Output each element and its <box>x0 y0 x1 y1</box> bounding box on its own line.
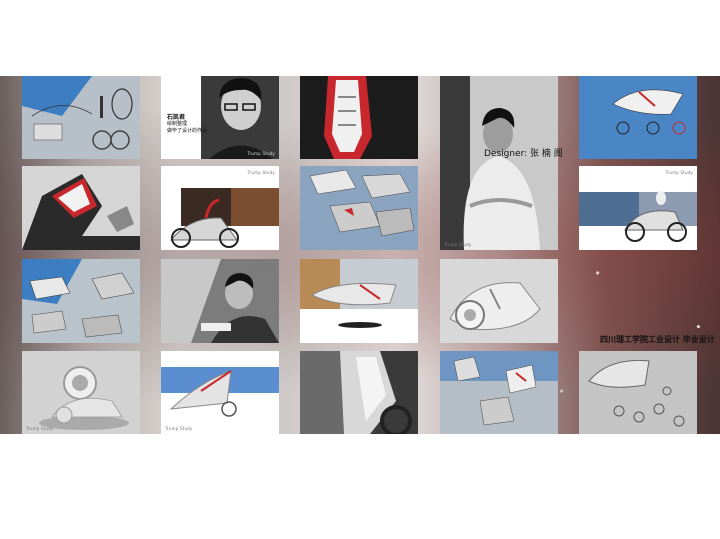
tile-credit: Trump Study <box>247 170 275 175</box>
tile-silver-vehicle-sketch <box>579 351 697 434</box>
tile-red-frame-closeup <box>22 166 140 250</box>
photo-illustration <box>161 259 279 343</box>
render-illustration <box>440 259 558 343</box>
tile-blue-bike-render: Trump Study <box>161 351 279 434</box>
render-illustration <box>300 166 418 250</box>
render-illustration <box>161 166 279 250</box>
render-illustration <box>22 351 140 434</box>
tile-white-bike-detail <box>440 259 558 343</box>
profile-name: 石凯君 <box>167 114 186 121</box>
profile-caption: 石凯君 绘制整理 做毕了设计的作品 <box>167 114 207 135</box>
render-illustration <box>300 351 418 434</box>
tile-blue-sketch-2 <box>22 259 140 343</box>
tile-blue-sketch-3 <box>579 76 697 159</box>
tile-bike-city-render-2: Trump Study <box>579 166 697 250</box>
tile-white-bike-render: Trump Study <box>22 351 140 434</box>
sketch-illustration <box>22 259 140 343</box>
render-illustration <box>579 351 697 434</box>
tile-designer-portrait: Trump Study <box>440 76 558 250</box>
tile-credit: Trump Study <box>247 151 275 156</box>
tile-profile-photo: 石凯君 绘制整理 做毕了设计的作品 Trump Study <box>161 76 279 159</box>
tile-red-chassis-top <box>300 76 418 159</box>
render-illustration <box>440 351 558 434</box>
tile-credit: Trump Study <box>247 263 275 268</box>
tile-blue-sketch-1 <box>22 76 140 159</box>
tile-designer-working-photo: Trump Study <box>161 259 279 343</box>
profile-line2: 做毕了设计的作品 <box>167 128 208 134</box>
tile-exploded-parts <box>300 166 418 250</box>
tile-credit: Trump Study <box>26 426 54 431</box>
render-illustration <box>22 166 140 250</box>
tile-credit: Trump Study <box>165 426 193 431</box>
tile-parts-diagram <box>440 351 558 434</box>
render-illustration <box>579 166 697 250</box>
designer-label: Designer: 张 楠 阁 <box>484 149 563 159</box>
portrait-photo <box>440 76 558 250</box>
sketch-illustration <box>579 76 697 159</box>
tile-floating-vehicle <box>300 259 418 343</box>
profile-line1: 绘制整理 <box>167 121 188 127</box>
sketch-illustration <box>22 76 140 159</box>
tile-credit: Trump Study <box>665 170 693 175</box>
tile-credit: Trump Study <box>444 242 472 247</box>
school-label: 四川理工学院工业设计 毕业设计 <box>600 335 715 344</box>
tile-bike-city-render: Trump Study <box>161 166 279 250</box>
render-illustration <box>300 259 418 343</box>
render-illustration <box>161 351 279 434</box>
tile-dark-chassis-closeup <box>300 351 418 434</box>
render-illustration <box>300 76 418 159</box>
